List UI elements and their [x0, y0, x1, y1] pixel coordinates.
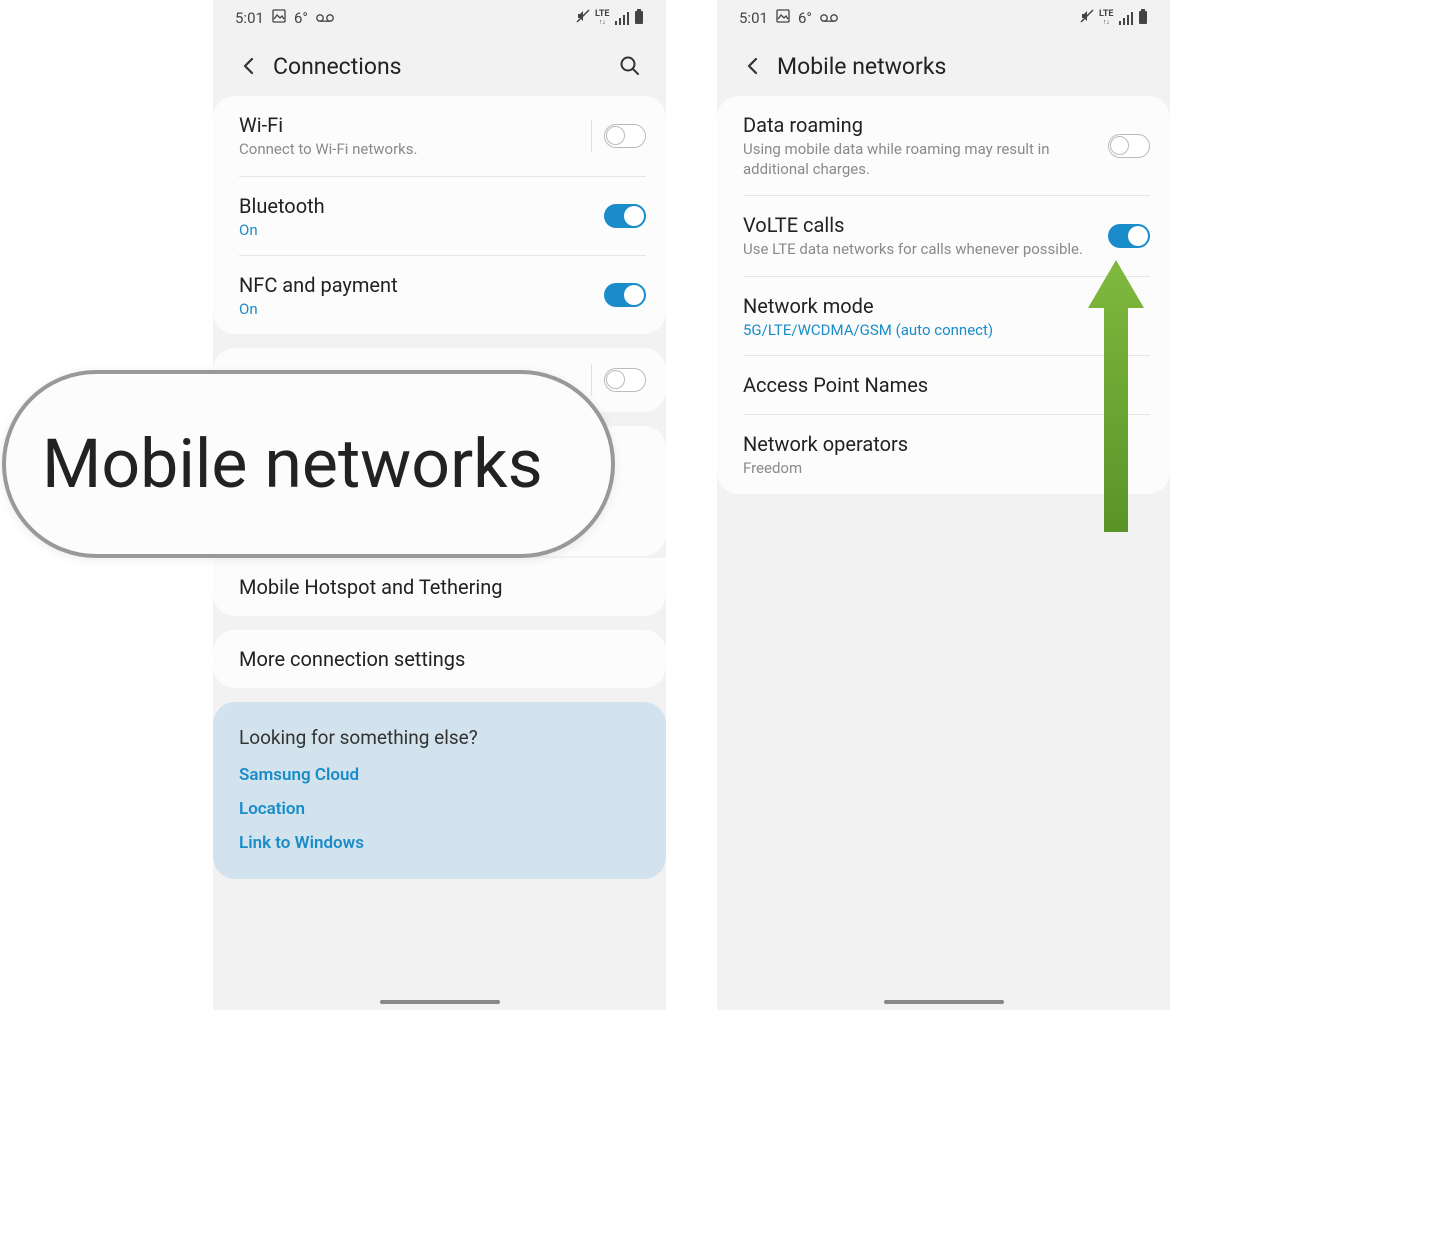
row-title: VoLTE calls	[743, 212, 1098, 238]
image-icon	[272, 9, 286, 27]
link-link-to-windows[interactable]: Link to Windows	[239, 833, 640, 853]
row-data-roaming[interactable]: Data roaming Using mobile data while roa…	[717, 96, 1170, 195]
divider	[591, 364, 592, 396]
nav-handle[interactable]	[884, 1000, 1004, 1004]
lte-icon: LTE↑↓	[1099, 10, 1114, 26]
row-title: Data roaming	[743, 112, 1098, 138]
annotation-arrow	[1088, 260, 1144, 532]
row-title: Wi-Fi	[239, 112, 583, 138]
volte-toggle[interactable]	[1108, 224, 1150, 248]
status-temp: 6°	[798, 9, 812, 27]
page-title: Mobile networks	[777, 53, 1152, 80]
battery-icon	[1138, 9, 1148, 28]
header: Connections	[213, 36, 666, 96]
link-location[interactable]: Location	[239, 799, 640, 819]
row-sub: Use LTE data networks for calls whenever…	[743, 240, 1098, 260]
row-hotspot[interactable]: Mobile Hotspot and Tethering	[213, 558, 666, 616]
status-bar: 5:01 6° LTE↑↓	[213, 0, 666, 36]
callout-text: Mobile networks	[42, 424, 543, 504]
row-more-settings[interactable]: More connection settings	[213, 630, 666, 688]
row-sub: Using mobile data while roaming may resu…	[743, 140, 1098, 179]
back-button[interactable]	[231, 48, 267, 84]
row-wifi[interactable]: Wi-Fi Connect to Wi-Fi networks.	[213, 96, 666, 176]
back-button[interactable]	[735, 48, 771, 84]
image-icon	[776, 9, 790, 27]
bluetooth-toggle[interactable]	[604, 204, 646, 228]
callout-mobile-networks: Mobile networks	[2, 370, 615, 558]
wifi-toggle[interactable]	[604, 124, 646, 148]
looking-title: Looking for something else?	[239, 726, 640, 749]
row-nfc[interactable]: NFC and payment On	[213, 256, 666, 334]
row-title: More connection settings	[239, 646, 646, 672]
search-button[interactable]	[612, 48, 648, 84]
row-sub: Connect to Wi-Fi networks.	[239, 140, 583, 160]
nfc-toggle[interactable]	[604, 283, 646, 307]
card-network-toggles: Wi-Fi Connect to Wi-Fi networks. Bluetoo…	[213, 96, 666, 334]
row-title: Bluetooth	[239, 193, 604, 219]
signal-icon	[1119, 12, 1134, 25]
status-left: 5:01 6°	[739, 9, 838, 27]
status-temp: 6°	[294, 9, 308, 27]
mute-icon	[1080, 9, 1094, 27]
status-left: 5:01 6°	[235, 9, 334, 27]
flight-toggle[interactable]	[604, 368, 646, 392]
mute-icon	[576, 9, 590, 27]
status-right: LTE↑↓	[576, 9, 644, 28]
signal-icon	[615, 12, 630, 25]
battery-icon	[634, 9, 644, 28]
card-hotspot-bottom: Mobile Hotspot and Tethering	[213, 558, 666, 616]
header: Mobile networks	[717, 36, 1170, 96]
lte-icon: LTE↑↓	[595, 10, 610, 26]
status-bar: 5:01 6° LTE↑↓	[717, 0, 1170, 36]
nav-handle[interactable]	[380, 1000, 500, 1004]
divider	[591, 120, 592, 152]
card-more: More connection settings	[213, 630, 666, 688]
link-samsung-cloud[interactable]: Samsung Cloud	[239, 765, 640, 785]
row-title: NFC and payment	[239, 272, 604, 298]
voicemail-icon	[316, 9, 334, 27]
status-time: 5:01	[235, 9, 264, 27]
status-time: 5:01	[739, 9, 768, 27]
roaming-toggle[interactable]	[1108, 134, 1150, 158]
page-title: Connections	[273, 53, 612, 80]
row-bluetooth[interactable]: Bluetooth On	[213, 177, 666, 255]
voicemail-icon	[820, 9, 838, 27]
status-right: LTE↑↓	[1080, 9, 1148, 28]
row-title: Mobile Hotspot and Tethering	[239, 574, 646, 600]
card-looking-for: Looking for something else? Samsung Clou…	[213, 702, 666, 879]
row-sub: On	[239, 221, 604, 239]
row-sub: On	[239, 300, 604, 318]
